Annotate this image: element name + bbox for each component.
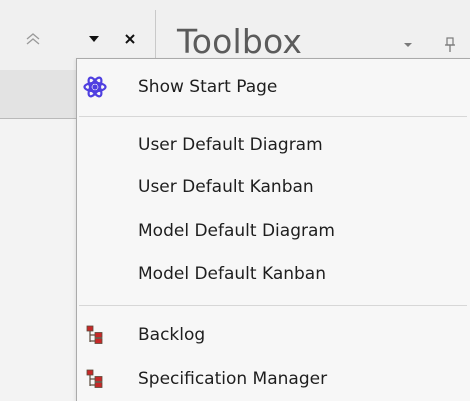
tree-hierarchy-icon: [83, 323, 107, 347]
menu-item-label: User Default Kanban: [138, 177, 314, 197]
dropdown-arrow-icon[interactable]: [84, 30, 104, 48]
close-icon[interactable]: [120, 30, 140, 48]
left-panel-tab-strip: [0, 70, 76, 119]
toolbox-title: Toolbox: [177, 22, 303, 61]
menu-item-label: Model Default Diagram: [138, 221, 335, 241]
menu-item-backlog[interactable]: Backlog: [77, 317, 470, 353]
pin-icon[interactable]: [440, 34, 460, 56]
menu-separator: [79, 305, 467, 306]
menu-item-show-start-page[interactable]: Show Start Page: [77, 69, 470, 105]
menu-item-label: Specification Manager: [138, 369, 328, 389]
collapse-up-icon[interactable]: [22, 30, 44, 48]
left-panel: [0, 70, 76, 401]
menu-item-model-default-diagram[interactable]: Model Default Diagram: [77, 213, 470, 249]
menu-item-user-default-diagram[interactable]: User Default Diagram: [77, 127, 470, 163]
menu-item-model-default-kanban[interactable]: Model Default Kanban: [77, 256, 470, 292]
toolbox-dropdown-icon[interactable]: [398, 36, 418, 54]
menu-item-label: Backlog: [138, 325, 206, 345]
menu-item-label: Model Default Kanban: [138, 264, 326, 284]
tree-hierarchy-icon: [83, 367, 107, 391]
context-menu: Show Start Page User Default Diagram Use…: [76, 58, 470, 401]
menu-item-user-default-kanban[interactable]: User Default Kanban: [77, 169, 470, 205]
menu-item-label: User Default Diagram: [138, 135, 323, 155]
menu-item-label: Show Start Page: [138, 77, 278, 97]
menu-item-specification-manager[interactable]: Specification Manager: [77, 361, 470, 397]
start-page-icon: [83, 75, 107, 99]
menu-separator: [79, 116, 467, 117]
